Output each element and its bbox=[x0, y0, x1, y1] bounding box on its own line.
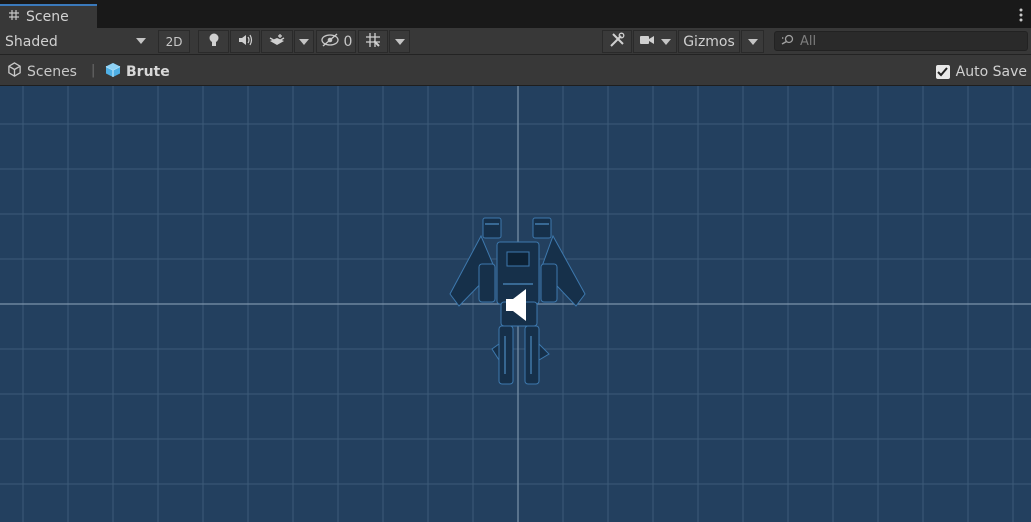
audio-icon bbox=[237, 33, 253, 51]
visibility-icon bbox=[320, 32, 340, 51]
breadcrumb-scenes-label: Scenes bbox=[27, 63, 77, 80]
gizmos-button[interactable]: Gizmos bbox=[678, 30, 740, 53]
breadcrumb-item-prefab[interactable]: Brute bbox=[105, 62, 170, 82]
draw-mode-dropdown[interactable]: Shaded bbox=[0, 30, 154, 53]
checkmark-icon bbox=[937, 67, 948, 77]
grid-snap-icon bbox=[365, 32, 381, 52]
tab-scene[interactable]: Scene bbox=[0, 4, 97, 28]
effects-icon bbox=[268, 33, 286, 51]
tools-button[interactable] bbox=[602, 30, 632, 53]
grid-icon bbox=[8, 9, 20, 25]
search-input[interactable] bbox=[800, 33, 1020, 49]
effects-dropdown-button[interactable] bbox=[294, 30, 314, 53]
toggle-2d-label: 2D bbox=[165, 34, 183, 49]
chevron-down-icon bbox=[661, 38, 671, 45]
tools-icon bbox=[609, 32, 625, 52]
lighting-toggle-button[interactable] bbox=[198, 30, 229, 53]
breadcrumb-prefab-label: Brute bbox=[126, 64, 170, 80]
auto-save-checkbox[interactable] bbox=[935, 65, 950, 79]
grid-dropdown-button[interactable] bbox=[389, 30, 410, 53]
scene-viewport[interactable] bbox=[0, 86, 1031, 522]
auto-save-toggle[interactable]: Auto Save bbox=[935, 64, 1027, 80]
breadcrumb: Scenes | Brute Auto Save bbox=[0, 55, 1031, 86]
grid-snap-button[interactable] bbox=[358, 30, 388, 53]
chevron-down-icon bbox=[136, 38, 146, 44]
tab-strip: Scene bbox=[0, 0, 1031, 28]
audio-source-gizmo-icon[interactable] bbox=[504, 288, 530, 322]
draw-mode-label: Shaded bbox=[5, 34, 58, 50]
toggle-2d-button[interactable]: 2D bbox=[158, 30, 190, 53]
camera-settings-button[interactable] bbox=[633, 30, 677, 53]
search-field[interactable] bbox=[774, 31, 1028, 51]
breadcrumb-item-scenes[interactable]: Scenes bbox=[7, 62, 77, 81]
gizmos-dropdown-button[interactable] bbox=[741, 30, 764, 53]
lightbulb-icon bbox=[208, 32, 220, 52]
tab-label: Scene bbox=[26, 9, 69, 25]
unity-logo-icon bbox=[7, 62, 22, 81]
camera-icon bbox=[639, 34, 655, 50]
chevron-down-icon bbox=[299, 38, 309, 45]
auto-save-label: Auto Save bbox=[955, 64, 1027, 80]
hidden-objects-count: 0 bbox=[343, 33, 353, 50]
scene-toolbar: Shaded 2D 0 Gizmos All bbox=[0, 28, 1031, 55]
prefab-cube-icon bbox=[105, 62, 121, 82]
gizmos-label: Gizmos bbox=[683, 33, 735, 50]
effects-toggle-button[interactable] bbox=[261, 30, 293, 53]
scene-visibility-button[interactable]: 0 bbox=[316, 30, 356, 53]
kebab-menu-icon[interactable] bbox=[1019, 8, 1023, 24]
breadcrumb-separator: | bbox=[91, 63, 96, 78]
chevron-down-icon bbox=[394, 38, 405, 45]
search-icon bbox=[781, 34, 794, 49]
audio-toggle-button[interactable] bbox=[230, 30, 260, 53]
chevron-down-icon bbox=[747, 38, 758, 45]
